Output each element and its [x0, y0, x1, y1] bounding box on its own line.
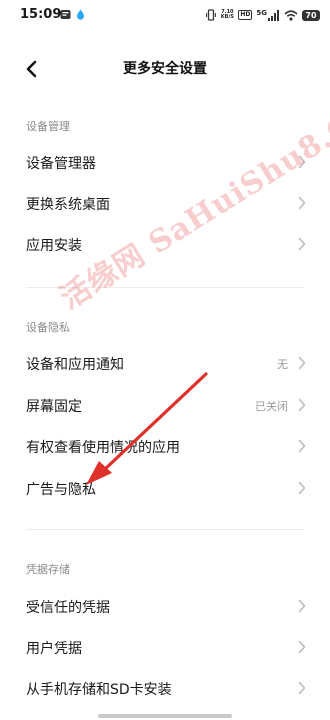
header: 更多安全设置: [0, 48, 330, 88]
row-value: 无: [277, 358, 288, 371]
signal-label: 5G: [256, 8, 267, 17]
row-label: 屏幕固定: [26, 399, 82, 415]
wifi-icon: [284, 9, 298, 21]
usage-access-apps-item[interactable]: 有权查看使用情况的应用: [0, 425, 330, 467]
row-label: 受信任的凭据: [26, 600, 110, 616]
status-right: 7.10 KB/S HD 5G 70: [206, 8, 320, 22]
row-label: 应用安装: [26, 238, 82, 254]
chevron-right-icon: [298, 681, 306, 695]
section-header-credential-storage: 凭据存储: [26, 563, 70, 576]
battery-indicator: 70: [302, 9, 320, 21]
device-manager-item[interactable]: 设备管理器: [0, 141, 330, 183]
section-divider: [26, 529, 304, 530]
network-speed: 7.10 KB/S: [220, 9, 234, 20]
section-header-device-privacy: 设备隐私: [26, 321, 70, 334]
water-drop-icon: [77, 9, 84, 20]
row-label: 广告与隐私: [26, 482, 96, 498]
row-label: 更换系统桌面: [26, 197, 110, 213]
status-time: 15:09: [20, 7, 62, 22]
hd-label: HD: [238, 10, 253, 20]
row-label: 设备和应用通知: [26, 357, 124, 373]
vibrate-icon: [206, 9, 217, 21]
device-app-notifications-item[interactable]: 设备和应用通知 无: [0, 342, 330, 384]
chevron-right-icon: [298, 398, 306, 412]
row-label: 有权查看使用情况的应用: [26, 440, 180, 456]
app-install-item[interactable]: 应用安装: [0, 223, 330, 265]
chevron-right-icon: [298, 640, 306, 654]
cellular-signal-icon: 5G: [256, 8, 280, 21]
status-bar: 15:09 7.10 KB/S HD 5G 70: [0, 0, 330, 30]
message-icon: [60, 10, 71, 19]
row-label: 从手机存储和SD卡安装: [26, 682, 172, 698]
section-header-device-management: 设备管理: [26, 120, 70, 133]
page-title: 更多安全设置: [123, 61, 207, 77]
chevron-right-icon: [298, 356, 306, 370]
install-from-storage-item[interactable]: 从手机存储和SD卡安装: [0, 667, 330, 709]
chevron-right-icon: [298, 599, 306, 613]
signal-bars-icon: [268, 9, 279, 21]
row-label: 用户凭据: [26, 641, 82, 657]
row-value: 已关闭: [255, 400, 288, 413]
chevron-right-icon: [298, 155, 306, 169]
home-indicator: [98, 714, 232, 718]
chevron-right-icon: [298, 237, 306, 251]
ads-and-privacy-item[interactable]: 广告与隐私: [0, 467, 330, 509]
chevron-right-icon: [298, 481, 306, 495]
user-credentials-item[interactable]: 用户凭据: [0, 626, 330, 668]
row-label: 设备管理器: [26, 156, 96, 172]
section-divider: [26, 287, 304, 288]
change-launcher-item[interactable]: 更换系统桌面: [0, 182, 330, 224]
screen-pinning-item[interactable]: 屏幕固定 已关闭: [0, 384, 330, 426]
chevron-right-icon: [298, 196, 306, 210]
chevron-right-icon: [298, 439, 306, 453]
trusted-credentials-item[interactable]: 受信任的凭据: [0, 585, 330, 627]
